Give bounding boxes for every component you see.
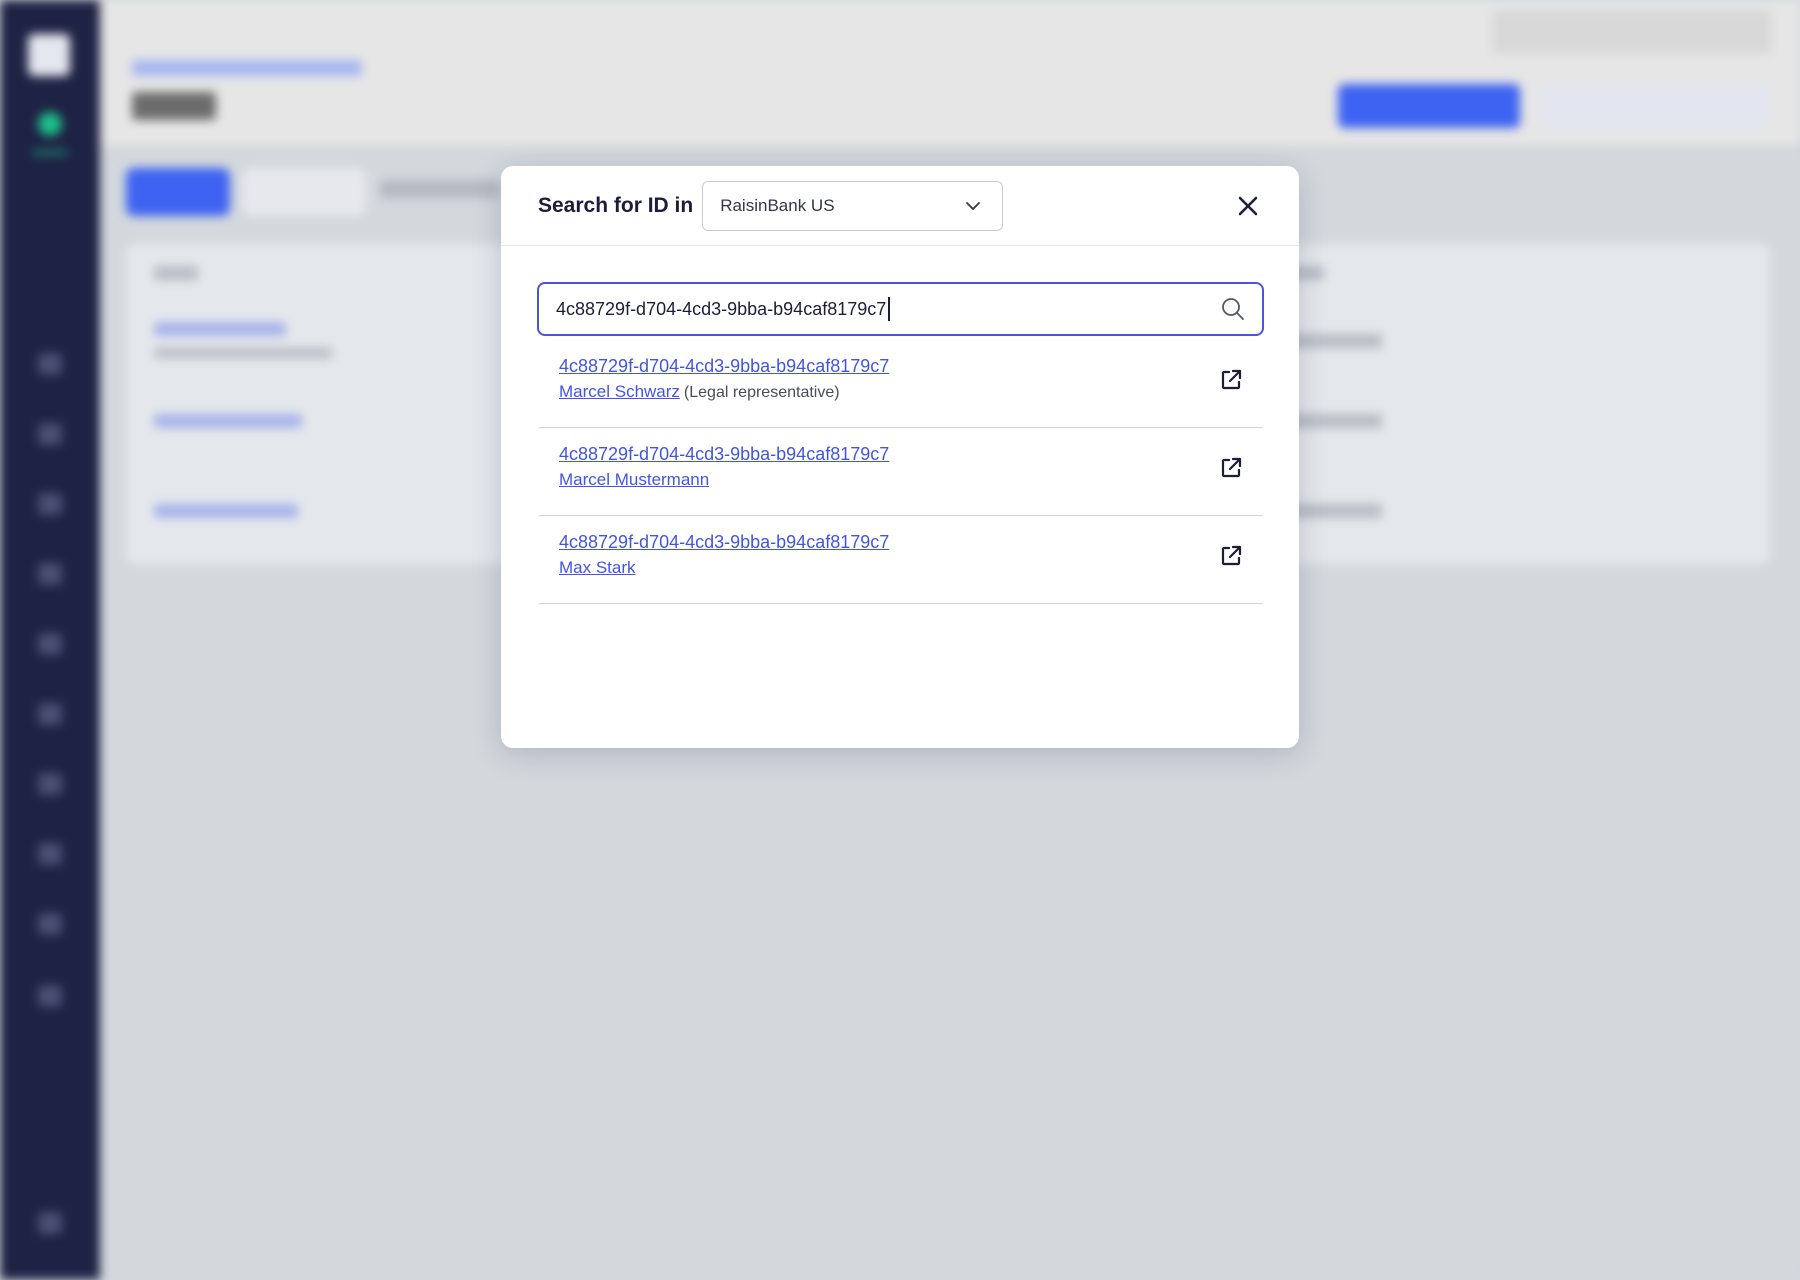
search-results: 4c88729f-d704-4cd3-9bba-b94caf8179c7 Mar… — [539, 340, 1263, 604]
top-select — [1492, 10, 1772, 54]
external-link-icon[interactable] — [1219, 456, 1243, 480]
search-id-modal: Search for ID in RaisinBank US 4c88729f-… — [501, 166, 1299, 748]
search-icon[interactable] — [1220, 296, 1246, 322]
sidebar — [0, 0, 100, 1280]
table-header — [154, 266, 198, 280]
document-icon — [38, 493, 62, 515]
result-name-link[interactable]: Marcel Mustermann — [559, 470, 709, 489]
result-id-link[interactable]: 4c88729f-d704-4cd3-9bba-b94caf8179c7 — [559, 442, 889, 466]
result-id-link[interactable]: 4c88729f-d704-4cd3-9bba-b94caf8179c7 — [559, 530, 889, 554]
table-row — [154, 414, 302, 428]
external-link-icon[interactable] — [1219, 544, 1243, 568]
search-result-item: 4c88729f-d704-4cd3-9bba-b94caf8179c7 Mar… — [539, 428, 1263, 516]
organization-select-value: RaisinBank US — [720, 195, 835, 215]
tab-active — [126, 168, 230, 216]
list-icon — [38, 773, 62, 795]
result-name-link[interactable]: Marcel Schwarz — [559, 382, 680, 401]
secondary-action-button — [1540, 84, 1768, 128]
close-icon — [1238, 196, 1258, 216]
search-result-item: 4c88729f-d704-4cd3-9bba-b94caf8179c7 Mar… — [539, 340, 1263, 428]
grid-icon — [38, 843, 62, 865]
page-header — [100, 0, 1800, 145]
organization-select[interactable]: RaisinBank US — [702, 180, 1004, 231]
dollar-icon — [38, 703, 62, 725]
status-indicator — [38, 112, 62, 136]
primary-action-button — [1338, 84, 1520, 128]
result-role: (Legal representative) — [683, 384, 840, 401]
chevron-down-icon — [966, 201, 981, 210]
status-indicator-label — [32, 150, 68, 155]
dots-icon — [38, 985, 62, 1007]
table-row — [154, 322, 286, 336]
search-input-value: 4c88729f-d704-4cd3-9bba-b94caf8179c7 — [556, 298, 887, 319]
search-result-item: 4c88729f-d704-4cd3-9bba-b94caf8179c7 Max… — [539, 516, 1263, 604]
table-row — [154, 504, 298, 518]
settings-icon — [38, 1212, 62, 1234]
breadcrumb — [132, 60, 362, 76]
briefcase-icon — [38, 353, 62, 375]
page-title — [132, 92, 216, 120]
result-id-link[interactable]: 4c88729f-d704-4cd3-9bba-b94caf8179c7 — [559, 354, 889, 378]
chart-icon — [38, 423, 62, 445]
gear-icon — [38, 633, 62, 655]
folder-icon — [38, 563, 62, 585]
tab — [380, 180, 500, 198]
tab — [242, 168, 366, 216]
modal-title: Search for ID in — [538, 193, 694, 217]
trend-icon — [38, 913, 62, 935]
app-logo — [28, 34, 70, 76]
external-link-icon[interactable] — [1219, 368, 1243, 392]
table-row — [154, 348, 332, 358]
result-name-link[interactable]: Max Stark — [559, 558, 636, 577]
close-button[interactable] — [1234, 192, 1262, 220]
text-cursor — [888, 297, 891, 321]
modal-header: Search for ID in RaisinBank US — [501, 166, 1299, 246]
search-input[interactable]: 4c88729f-d704-4cd3-9bba-b94caf8179c7 — [537, 282, 1264, 336]
